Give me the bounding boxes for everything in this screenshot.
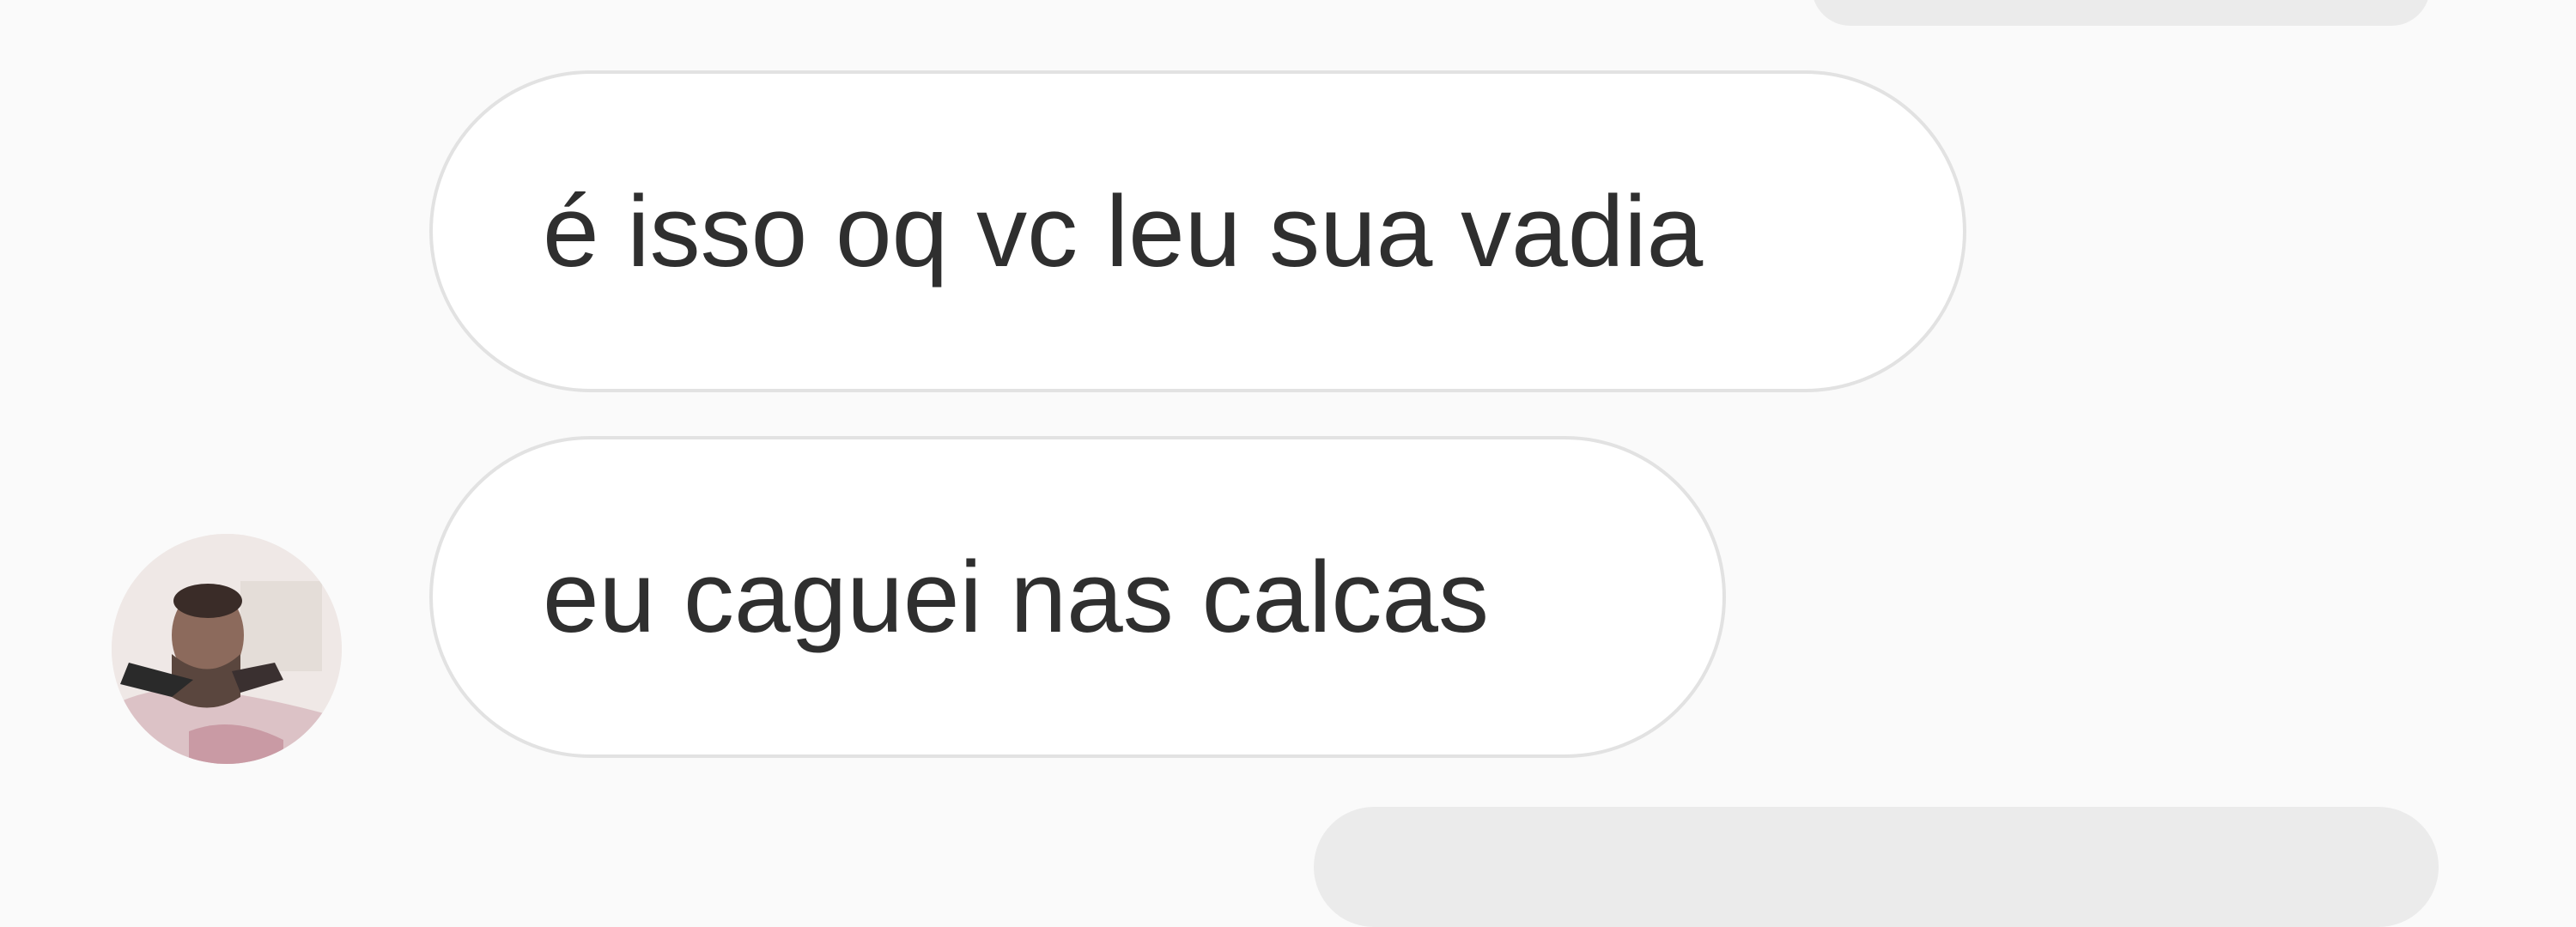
- sent-message-bubble[interactable]: [1314, 807, 2439, 927]
- message-text: eu caguei nas calcas: [543, 540, 1490, 654]
- avatar-photo-icon: [112, 534, 342, 764]
- sent-message-bubble[interactable]: [1812, 0, 2430, 26]
- message-text: é isso oq vc leu sua vadia: [543, 174, 1704, 288]
- contact-avatar[interactable]: [112, 534, 342, 764]
- received-message-bubble[interactable]: é isso oq vc leu sua vadia: [429, 70, 1966, 392]
- received-message-bubble[interactable]: eu caguei nas calcas: [429, 436, 1726, 758]
- chat-thread: é isso oq vc leu sua vadia eu caguei nas…: [0, 0, 2576, 927]
